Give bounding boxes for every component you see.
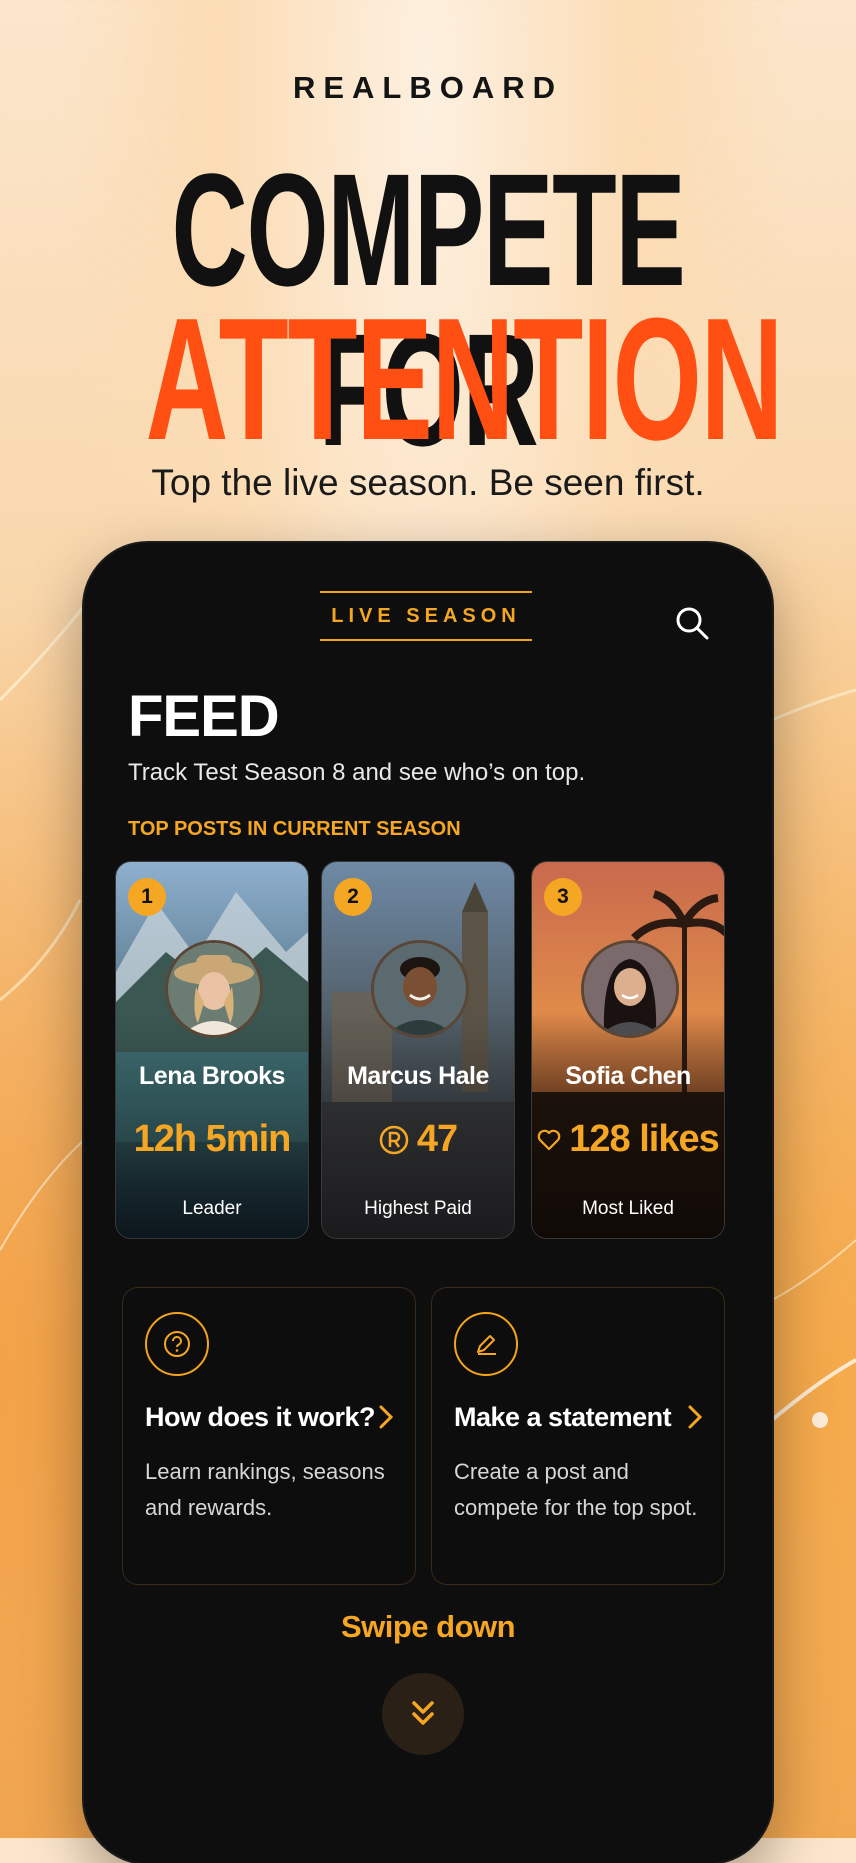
- search-icon: [676, 607, 709, 640]
- make-statement-card[interactable]: Make a statement Create a post and compe…: [431, 1287, 725, 1585]
- brand-wordmark: REALBOARD: [292, 70, 564, 105]
- double-chevron-down-icon: [412, 1701, 434, 1725]
- swipe-down-label: Swipe down: [340, 1609, 516, 1644]
- post-metric: 47: [322, 1118, 514, 1161]
- headline-line-2: ATTENTION: [145, 281, 784, 476]
- rank-badge: 3: [544, 878, 582, 916]
- page-title: FEED: [128, 684, 280, 749]
- card-shade: [116, 862, 308, 1238]
- chevron-right-icon: [379, 1405, 394, 1429]
- post-metric-label: Highest Paid: [364, 1198, 472, 1219]
- section-label: TOP POSTS IN CURRENT SEASON: [128, 818, 461, 840]
- post-metric: 12h 5min: [116, 1118, 308, 1161]
- top-post-card-1[interactable]: 1 Lena Brooks 12h 5min Leader: [115, 861, 309, 1239]
- rank-badge: 1: [128, 878, 166, 916]
- tagline: Top the live season. Be seen first.: [151, 462, 705, 503]
- card-shade: [532, 862, 724, 1238]
- post-author-name: Marcus Hale: [347, 1062, 489, 1090]
- swipe-down-button[interactable]: [382, 1673, 464, 1755]
- live-season-badge[interactable]: LIVE SEASON: [320, 591, 532, 641]
- top-post-card-2[interactable]: 2 Marcus Hale 47 Highest Paid: [321, 861, 515, 1239]
- card-description: Create a post and compete for the top sp…: [454, 1459, 698, 1520]
- page-subtitle: Track Test Season 8 and see who’s on top…: [128, 759, 586, 786]
- post-author-name: Sofia Chen: [565, 1062, 691, 1090]
- pencil-icon: [454, 1312, 518, 1376]
- rank-badge: 2: [334, 878, 372, 916]
- post-metric-value: 47: [416, 1118, 458, 1160]
- avatar: [165, 940, 263, 1038]
- heart-icon: [537, 1129, 561, 1150]
- card-shade: [322, 862, 514, 1238]
- avatar: [581, 940, 679, 1038]
- card-title: Make a statement: [454, 1402, 672, 1432]
- post-metric-value: 12h 5min: [133, 1118, 292, 1160]
- question-icon: [145, 1312, 209, 1376]
- post-author-name: Lena Brooks: [139, 1062, 285, 1090]
- card-title: How does it work?: [145, 1402, 376, 1432]
- chevron-right-icon: [688, 1405, 703, 1429]
- how-it-works-card[interactable]: How does it work? Learn rankings, season…: [122, 1287, 416, 1585]
- post-metric: 128 likes: [532, 1118, 724, 1161]
- top-post-card-3[interactable]: 3 Sofia Chen 128 likes Most Liked: [531, 861, 725, 1239]
- avatar: [371, 940, 469, 1038]
- search-button[interactable]: [674, 605, 710, 641]
- post-metric-label: Most Liked: [582, 1198, 674, 1219]
- post-metric-label: Leader: [182, 1198, 242, 1219]
- phone-mockup: LIVE SEASON FEED Track Test Season 8 and…: [84, 543, 772, 1863]
- registered-coin-icon: [379, 1125, 409, 1154]
- post-metric-value: 128 likes: [569, 1118, 719, 1160]
- card-description: Learn rankings, seasons and rewards.: [145, 1459, 385, 1520]
